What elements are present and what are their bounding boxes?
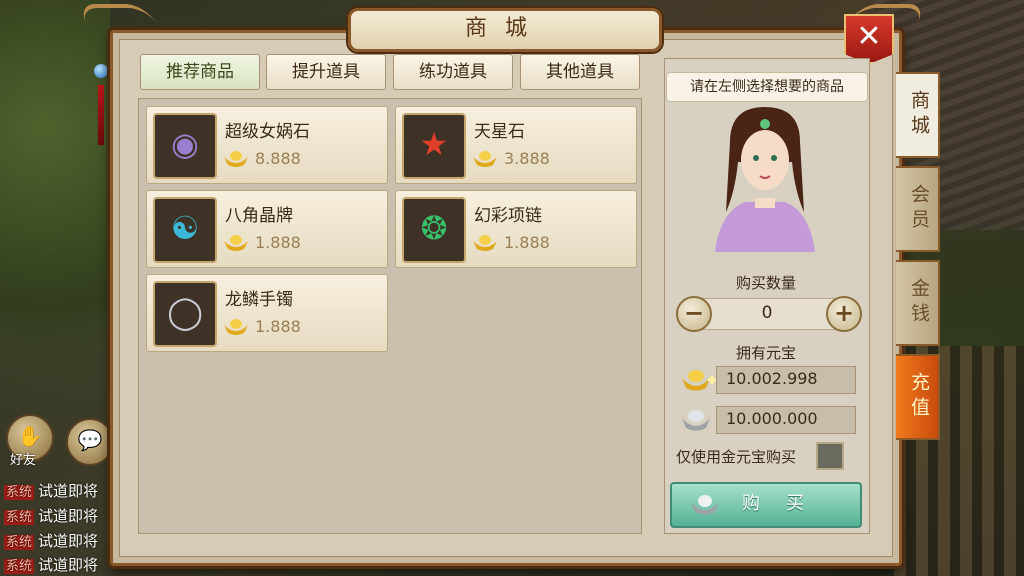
item-price: 3.888 — [504, 149, 550, 168]
gold-ingot-icon — [224, 319, 248, 335]
window-title-text: 商城 — [464, 16, 545, 41]
minus-icon: − — [683, 299, 705, 327]
red-star-stone-icon: ★ — [402, 113, 466, 179]
item-price: 1.888 — [504, 233, 550, 252]
gold-ingot-icon — [224, 235, 248, 251]
gold-balance: 10.002.998 — [726, 369, 818, 388]
tab-other-items[interactable]: 其他道具 — [520, 54, 640, 90]
item-name: 八角晶牌 — [225, 206, 293, 226]
red-tassel-icon — [98, 85, 104, 145]
side-tab-shop[interactable]: 商城 — [896, 72, 940, 158]
side-tab-money[interactable]: 金钱 — [896, 260, 940, 346]
chat-text: 试道即将 — [38, 482, 99, 500]
friend-label: 好友 — [10, 453, 37, 468]
gold-ingot-icon — [224, 151, 248, 167]
item-name: 幻彩项链 — [474, 206, 542, 226]
gold-ingot-add-icon — [682, 370, 716, 391]
select-hint: 请在左侧选择想要的商品 — [666, 72, 868, 102]
item-name: 龙鳞手镯 — [225, 290, 293, 310]
chat-text: 试道即将 — [38, 556, 99, 574]
chat-line: 系统 试道即将 — [4, 530, 98, 551]
chat-tag: 系统 — [4, 559, 35, 574]
decrease-quantity-button[interactable]: − — [676, 296, 712, 332]
side-tab-membership[interactable]: 会员 — [896, 166, 940, 252]
chat-tag: 系统 — [4, 535, 35, 550]
hanging-ornament — [92, 40, 110, 150]
silver-balance: 10.000.000 — [726, 409, 818, 428]
plus-icon: + — [833, 299, 855, 327]
chat-line: 系统 试道即将 — [4, 505, 98, 526]
handshake-icon: ✋ — [17, 424, 43, 448]
shop-npc-portrait — [715, 107, 815, 252]
item-name: 天星石 — [474, 122, 525, 142]
close-button[interactable]: ✕ — [844, 14, 894, 64]
jade-bead-icon — [94, 64, 108, 78]
buy-button[interactable]: 购买 — [670, 482, 862, 528]
purple-stone-icon: ◉ — [153, 113, 217, 179]
item-card[interactable]: ★ 天星石 3.888 — [395, 106, 637, 184]
chat-text: 试道即将 — [38, 532, 99, 550]
chat-button[interactable]: 💬 — [66, 418, 114, 466]
tab-training-items[interactable]: 练功道具 — [393, 54, 513, 90]
chat-tag: 系统 — [4, 485, 35, 500]
bracelet-icon: ◯ — [153, 281, 217, 347]
silver-ingot-icon — [682, 410, 710, 431]
silver-ingot-icon — [691, 495, 719, 515]
item-card[interactable]: ☯ 八角晶牌 1.888 — [146, 190, 388, 268]
gold-only-checkbox[interactable] — [816, 442, 844, 470]
buy-button-label: 购买 — [742, 493, 830, 514]
item-name: 超级女娲石 — [225, 122, 310, 142]
window-title: 商城 — [348, 8, 662, 52]
item-card[interactable]: ◉ 超级女娲石 8.888 — [146, 106, 388, 184]
chat-line: 系统 试道即将 — [4, 554, 98, 575]
item-price: 1.888 — [255, 233, 301, 252]
jade-necklace-icon: ❂ — [402, 197, 466, 263]
item-price: 8.888 — [255, 149, 301, 168]
quantity-value: 0 — [761, 303, 773, 323]
side-tab-recharge[interactable]: 充值 — [896, 354, 940, 440]
gold-ingot-icon — [473, 235, 497, 251]
gold-only-label: 仅使用金元宝购买 — [676, 448, 797, 466]
gold-ingot-icon — [473, 151, 497, 167]
chat-tag: 系统 — [4, 510, 35, 525]
item-price: 1.888 — [255, 317, 301, 336]
item-card[interactable]: ❂ 幻彩项链 1.888 — [395, 190, 637, 268]
chat-line: 系统 试道即将 — [4, 480, 98, 501]
increase-quantity-button[interactable]: + — [826, 296, 862, 332]
chat-bubble-icon: 💬 — [77, 428, 103, 452]
owned-currency-label: 拥有元宝 — [735, 344, 796, 362]
tab-recommended[interactable]: 推荐商品 — [140, 54, 260, 90]
quantity-label: 购买数量 — [735, 274, 796, 292]
item-card[interactable]: ◯ 龙鳞手镯 1.888 — [146, 274, 388, 352]
tab-upgrade-items[interactable]: 提升道具 — [266, 54, 386, 90]
bagua-tablet-icon: ☯ — [153, 197, 217, 263]
chat-text: 试道即将 — [38, 507, 99, 525]
close-icon: ✕ — [856, 19, 882, 54]
